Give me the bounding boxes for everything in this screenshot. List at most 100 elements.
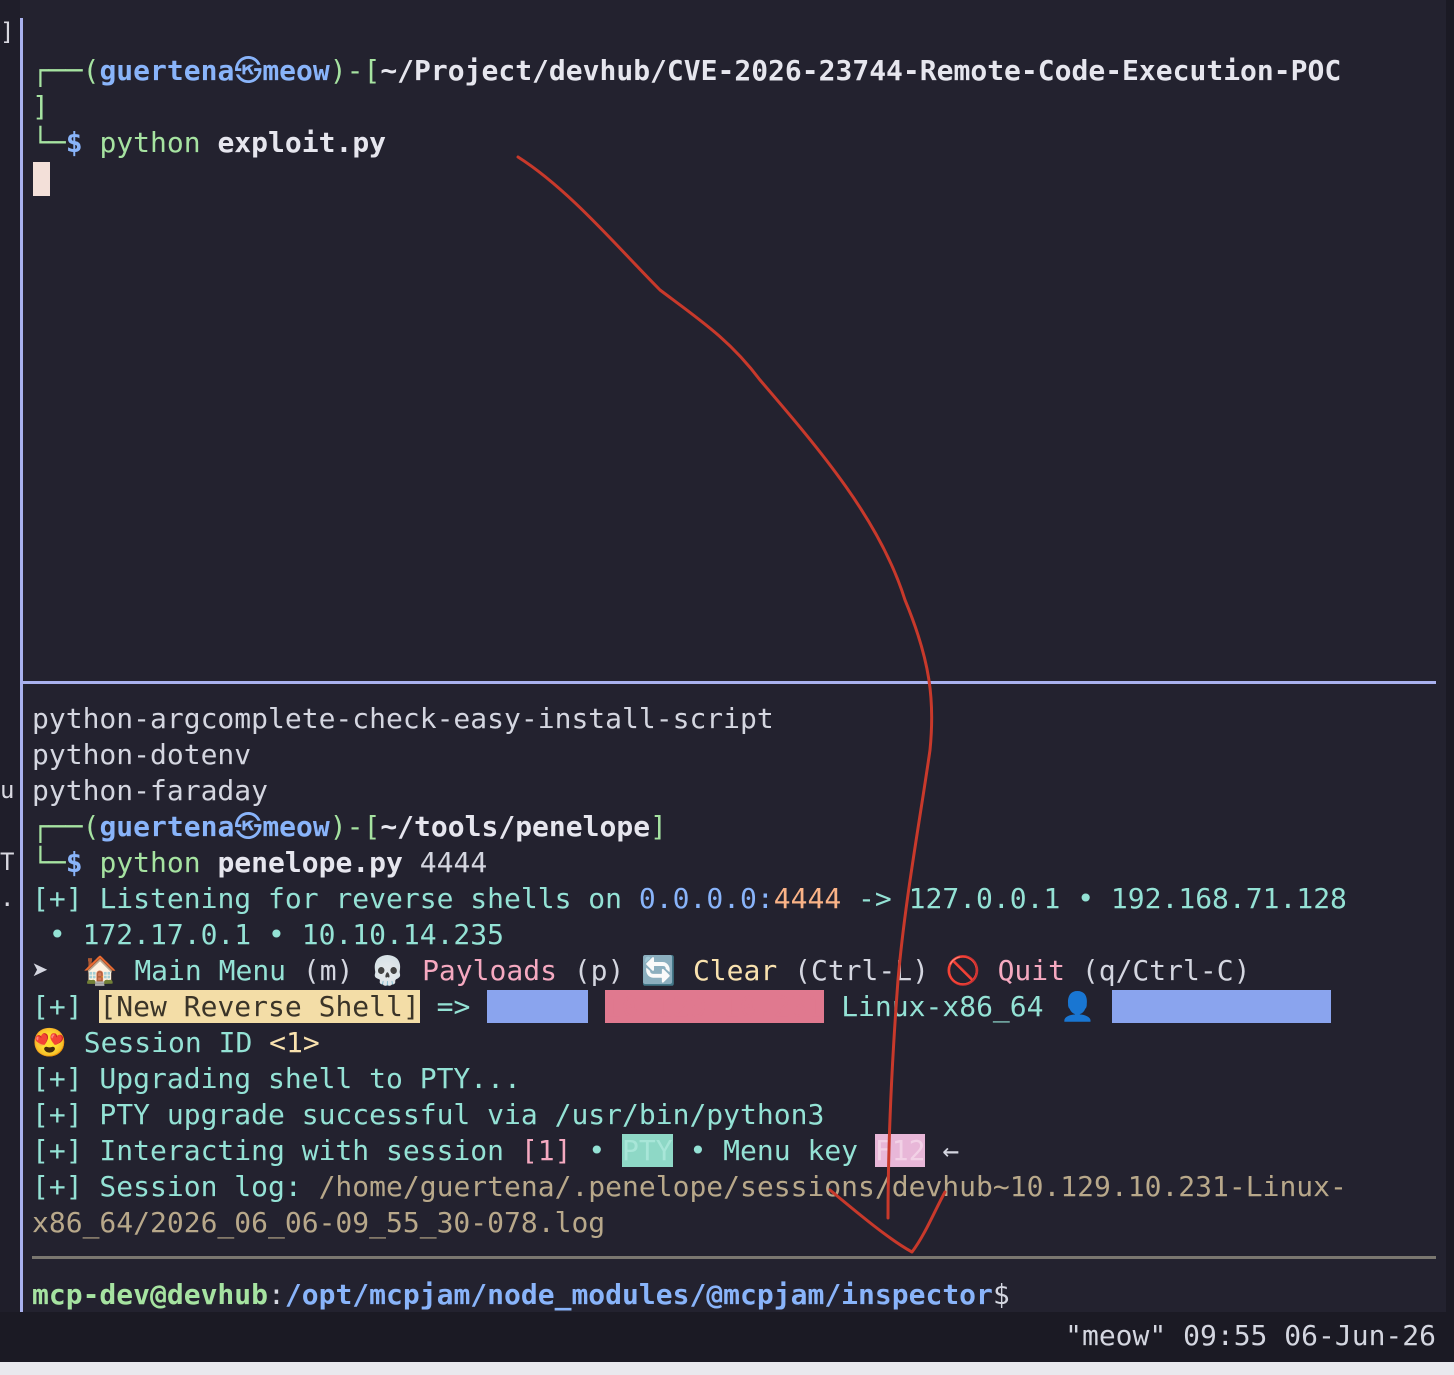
prompt-corner: └─ — [32, 846, 66, 879]
annotation-arrow-stroke — [516, 155, 934, 1220]
new-shell-line: [+] [New Reverse Shell] => devhub 10.129… — [32, 989, 1332, 1025]
session-id-value: <1> — [269, 1026, 320, 1059]
pane-border-vertical[interactable] — [20, 18, 23, 1313]
prompt-host: meow — [262, 810, 330, 843]
top-command-line: └─$ python exploit.py — [32, 125, 386, 161]
listen-addresses: 127.0.0.1 • 192.168.71.128 — [908, 882, 1347, 915]
status-right: "meow" 09:55 06-Jun-26 — [1065, 1318, 1436, 1354]
heart-eyes-icon: 😍 — [32, 1026, 67, 1059]
penelope-menu-line: ➤ 🏠 Main Menu (m) 💀 Payloads (p) 🔄 Clear… — [32, 953, 1250, 989]
kali-host-icon: ㉿ — [234, 54, 263, 87]
completion-item: python-dotenv — [32, 738, 252, 771]
refresh-icon: 🔄 — [641, 954, 677, 987]
remote-colon: : — [268, 1278, 285, 1311]
strip-glyph: u — [0, 776, 15, 804]
session-log-label: [+] Session log: — [32, 1170, 302, 1203]
prompt-path-close: ] — [32, 90, 49, 123]
remote-prompt-symbol: $ — [992, 1278, 1010, 1311]
command-name: python — [99, 846, 201, 879]
kali-host-icon: ㉿ — [234, 810, 263, 843]
listen-port: 4444 — [773, 882, 842, 915]
strip-glyph: ] — [0, 18, 15, 46]
menu-quit-key: (q/Ctrl-C) — [1081, 954, 1251, 987]
new-shell-badge: [New Reverse Shell] — [99, 990, 420, 1023]
menu-main: Main Menu — [134, 954, 287, 987]
terminal-cursor — [33, 162, 50, 196]
redacted-host: devhub — [487, 990, 589, 1023]
redacted-user: mcp-dev(1001) — [1112, 990, 1332, 1023]
strip-glyph: . — [0, 884, 15, 912]
session-log-path-wrap: x86_64/2026_06_06-09_55_30-078.log — [32, 1206, 606, 1239]
prompt-path: ~/tools/penelope — [380, 810, 651, 843]
menu-clear: Clear — [692, 954, 778, 987]
remote-userhost: mcp-dev@devhub — [32, 1278, 269, 1311]
status-time: 09:55 — [1183, 1319, 1268, 1352]
bottom-command-line: └─$ python penelope.py 4444 — [32, 845, 487, 881]
user-icon: 👤 — [1060, 990, 1096, 1023]
remote-path: /opt/mcpjam/node_modules/@mcpjam/inspect… — [284, 1278, 993, 1311]
listening-addresses-wrap: • 172.17.0.1 • 10.10.14.235 — [32, 918, 505, 951]
prompt-path-sep: )-[ — [329, 54, 381, 87]
command-argument: exploit.py — [217, 126, 387, 159]
top-prompt-line-2: ] — [32, 89, 49, 125]
interacting-line: [+] Interacting with session [1] • PTY •… — [32, 1133, 959, 1169]
redacted-ip: 10.129.10.231 — [605, 990, 825, 1023]
shell-arrow: => — [436, 990, 471, 1023]
tmux-status-bar: "meow" 09:55 06-Jun-26 — [0, 1312, 1454, 1362]
prompt-user: guertena — [99, 810, 235, 843]
interacting-text: [+] Interacting with session — [32, 1134, 505, 1167]
listen-arrow: -> — [858, 882, 892, 915]
window-bottom-edge — [0, 1362, 1454, 1375]
prompt-box-open: ┌──( — [32, 810, 100, 843]
status-tag: [+] — [32, 882, 83, 915]
completion-item: python-faraday — [32, 774, 269, 807]
chevron-icon: ➤ — [32, 954, 49, 987]
prohibited-icon: 🚫 — [945, 954, 981, 987]
left-pane-strip — [0, 0, 20, 1375]
prompt-path-close: ] — [650, 810, 667, 843]
listening-line: [+] Listening for reverse shells on 0.0.… — [32, 881, 1347, 917]
session-number: [1] — [520, 1134, 572, 1167]
pty-success-line: [+] PTY upgrade successful via /usr/bin/… — [32, 1098, 825, 1131]
home-icon: 🏠 — [82, 954, 118, 987]
menu-key-text: • Menu key — [689, 1134, 859, 1167]
pane-border-horizontal[interactable] — [20, 681, 1436, 684]
completion-item: python-argcomplete-check-easy-install-sc… — [32, 702, 774, 735]
session-log-line: [+] Session log: /home/guertena/.penelop… — [32, 1169, 1347, 1205]
session-id-label: Session ID — [83, 1026, 253, 1059]
session-log-path: /home/guertena/.penelope/sessions/devhub… — [318, 1170, 1347, 1203]
command-argument: penelope.py — [217, 846, 403, 879]
menu-clear-key: (Ctrl-L) — [794, 954, 929, 987]
prompt-user: guertena — [99, 54, 235, 87]
command-port: 4444 — [419, 846, 488, 879]
prompt-path: ~/Project/devhub/CVE-2026-23744-Remote-C… — [380, 54, 1342, 87]
status-date: 06-Jun-26 — [1284, 1319, 1436, 1352]
menu-key-badge: F12 — [874, 1134, 926, 1167]
window-right-edge — [1446, 0, 1454, 1375]
status-session-name: "meow" — [1065, 1319, 1167, 1352]
upgrading-line: [+] Upgrading shell to PTY... — [32, 1062, 521, 1095]
menu-main-key: (m) — [302, 954, 354, 987]
arrow-left-icon: ← — [942, 1134, 960, 1167]
strip-glyph: T — [0, 848, 15, 876]
pty-badge: PTY — [622, 1134, 673, 1167]
bottom-prompt-line-1: ┌──(guertena㉿meow)-[~/tools/penelope] — [32, 809, 667, 845]
prompt-symbol: $ — [65, 126, 83, 159]
shell-platform: Linux-x86_64 — [841, 990, 1044, 1023]
output-separator — [32, 1256, 1436, 1259]
prompt-corner: └─ — [32, 126, 66, 159]
remote-shell-prompt[interactable]: mcp-dev@devhub:/opt/mcpjam/node_modules/… — [32, 1277, 1010, 1313]
listen-ip: 0.0.0.0: — [638, 882, 774, 915]
command-name: python — [99, 126, 201, 159]
prompt-symbol: $ — [65, 846, 83, 879]
prompt-box-open: ┌──( — [32, 54, 100, 87]
listening-text: Listening for reverse shells on — [99, 882, 623, 915]
bullet: • — [588, 1134, 606, 1167]
skull-icon: 💀 — [370, 954, 406, 987]
status-tag: [+] — [32, 990, 83, 1023]
prompt-host: meow — [262, 54, 330, 87]
menu-payloads-key: (p) — [573, 954, 625, 987]
top-prompt-line-1: ┌──(guertena㉿meow)-[~/Project/devhub/CVE… — [32, 53, 1341, 89]
menu-quit: Quit — [997, 954, 1065, 987]
prompt-path-sep: )-[ — [329, 810, 381, 843]
